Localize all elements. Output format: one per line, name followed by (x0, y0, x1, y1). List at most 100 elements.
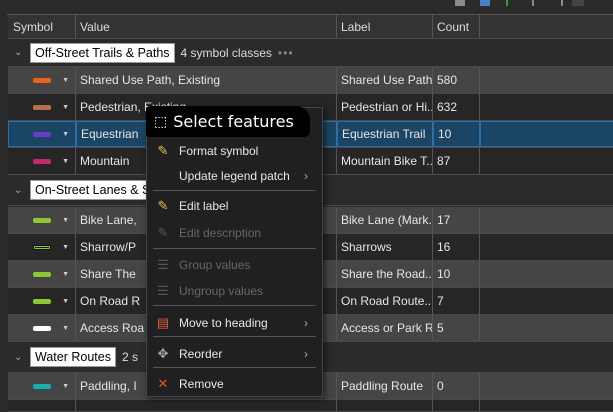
toolbar-button[interactable] (480, 0, 490, 6)
heading-name-input[interactable]: Off-Street Trails & Paths (30, 42, 175, 63)
symbol-patch[interactable] (32, 383, 51, 389)
label-cell[interactable]: Pedestrian or Hi... (337, 94, 433, 120)
heading-name-input[interactable]: Water Routes (30, 347, 116, 367)
symbol-patch[interactable] (32, 77, 51, 83)
select-cursor-icon: ⬚ (154, 113, 168, 130)
table-header: Symbol Value Label Count (8, 15, 613, 39)
value-cell[interactable]: Shared Use Path, Existing (76, 67, 337, 93)
dropdown-arrow-icon[interactable]: ▼ (62, 298, 69, 305)
symbol-cell[interactable]: ▼ (8, 261, 76, 287)
label-cell[interactable]: Mountain Bike T... (337, 148, 433, 174)
add-icon[interactable] (506, 0, 508, 6)
label-cell[interactable]: Access or Park R... (337, 315, 433, 341)
chevron-down-icon[interactable]: ⌄ (14, 47, 24, 58)
symbol-patch[interactable] (32, 244, 51, 250)
label-cell[interactable]: Bike Lane (Mark... (337, 207, 433, 233)
toolbar-button[interactable] (561, 0, 563, 6)
menu-separator (153, 367, 316, 368)
symbol-cell[interactable]: ▼ (8, 207, 76, 233)
chevron-down-icon[interactable]: ⌄ (14, 352, 24, 363)
dropdown-arrow-icon[interactable]: ▼ (62, 77, 69, 84)
label-cell[interactable]: Share the Road... (337, 261, 433, 287)
count-cell: 10 (433, 121, 480, 147)
symbol-cell[interactable]: ▼ (8, 67, 76, 93)
dropdown-arrow-icon[interactable]: ▼ (62, 271, 69, 278)
menu-item-update-legend-patch[interactable]: Update legend patch › (147, 164, 322, 188)
toolbar-button[interactable] (572, 0, 584, 6)
count-cell: 10 (433, 261, 480, 287)
column-header-value[interactable]: Value (76, 15, 337, 38)
toolbar-button[interactable] (455, 0, 465, 6)
empty-cell (480, 373, 613, 399)
count-cell: 5 (433, 315, 480, 341)
symbol-cell[interactable]: ▼ (8, 148, 76, 174)
count-cell: 580 (433, 67, 480, 93)
count-cell: 16 (433, 234, 480, 260)
tooltip-text: Select features (173, 112, 294, 131)
menu-separator (153, 248, 316, 249)
table-row[interactable] (8, 400, 613, 412)
symbol-cell[interactable]: ▼ (8, 94, 76, 120)
menu-item-reorder[interactable]: ✥ Reorder › (147, 342, 322, 366)
pencil-icon: ✎ (157, 143, 169, 158)
symbol-patch[interactable] (33, 131, 51, 137)
symbol-cell[interactable]: ▼ (8, 373, 76, 399)
symbol-patch[interactable] (32, 298, 51, 304)
symbol-class-table: Symbol Value Label Count ⌄ Off-Street Tr… (7, 14, 613, 412)
symbol-patch[interactable] (32, 217, 51, 223)
dropdown-arrow-icon[interactable]: ▼ (62, 158, 69, 165)
chevron-right-icon: › (304, 169, 308, 183)
dropdown-arrow-icon[interactable]: ▼ (62, 244, 69, 251)
chevron-right-icon: › (304, 316, 308, 330)
symbol-patch[interactable] (32, 158, 51, 164)
symbol-cell[interactable]: ▼ (8, 288, 76, 314)
count-cell: 632 (433, 94, 480, 120)
count-cell: 17 (433, 207, 480, 233)
menu-item-remove[interactable]: ✕ Remove (147, 372, 322, 396)
menu-item-format-symbol[interactable]: ✎ Format symbol (147, 139, 322, 163)
table-row[interactable]: ▼ Shared Use Path, Existing Shared Use P… (8, 67, 613, 94)
group-heading: ⌄ Off-Street Trails & Paths 4 symbol cla… (8, 39, 613, 67)
symbol-cell[interactable]: ▼ (8, 234, 76, 260)
label-cell[interactable]: Shared Use Path (337, 67, 433, 93)
empty-cell (480, 67, 613, 93)
label-cell[interactable]: Equestrian Trail (337, 121, 433, 147)
label-cell[interactable]: Paddling Route (337, 373, 433, 399)
menu-item-group-values: ☰ Group values (147, 253, 322, 277)
select-features-tooltip: ⬚ Select features (146, 106, 310, 137)
empty-cell (480, 94, 613, 120)
ungroup-icon: ☰ (157, 283, 169, 298)
column-header-label[interactable]: Label (337, 15, 433, 38)
symbol-cell[interactable]: ▼ (8, 315, 76, 341)
empty-cell (480, 207, 613, 233)
symbol-patch[interactable] (32, 104, 51, 110)
dropdown-arrow-icon[interactable]: ▼ (62, 325, 69, 332)
count-cell: 0 (433, 373, 480, 399)
chevron-right-icon: › (304, 347, 308, 361)
column-header-symbol[interactable]: Symbol (8, 15, 76, 38)
dropdown-arrow-icon[interactable]: ▼ (62, 131, 69, 138)
context-menu: ✎ Format symbol Update legend patch › ✎ Edit … (146, 107, 323, 397)
symbol-patch[interactable] (32, 271, 51, 277)
symbol-class-count: 2 s (121, 350, 138, 364)
move-heading-icon: ▤ (156, 315, 170, 330)
label-cell[interactable]: On Road Route... (337, 288, 433, 314)
remove-icon: ✕ (157, 376, 169, 391)
pencil-icon: ✎ (157, 225, 169, 240)
symbol-cell[interactable]: ▼ (8, 121, 76, 147)
menu-item-move-to-heading[interactable]: ▤ Move to heading › (147, 311, 322, 335)
label-cell[interactable]: Sharrows (337, 234, 433, 260)
column-header-count[interactable]: Count (433, 15, 480, 38)
chevron-down-icon[interactable]: ⌄ (14, 185, 24, 196)
dropdown-arrow-icon[interactable]: ▼ (62, 217, 69, 224)
heading-name-input[interactable]: On-Street Lanes & Sh (30, 180, 163, 200)
empty-cell (480, 288, 613, 314)
dropdown-arrow-icon[interactable]: ▼ (62, 104, 69, 111)
menu-item-edit-label[interactable]: ✎ Edit label (147, 194, 322, 218)
column-header-empty (480, 15, 613, 38)
toolbar-button[interactable] (532, 0, 534, 6)
more-icon[interactable]: ••• (278, 46, 294, 60)
pencil-icon: ✎ (157, 198, 169, 213)
symbol-patch[interactable] (32, 325, 51, 331)
dropdown-arrow-icon[interactable]: ▼ (62, 383, 69, 390)
